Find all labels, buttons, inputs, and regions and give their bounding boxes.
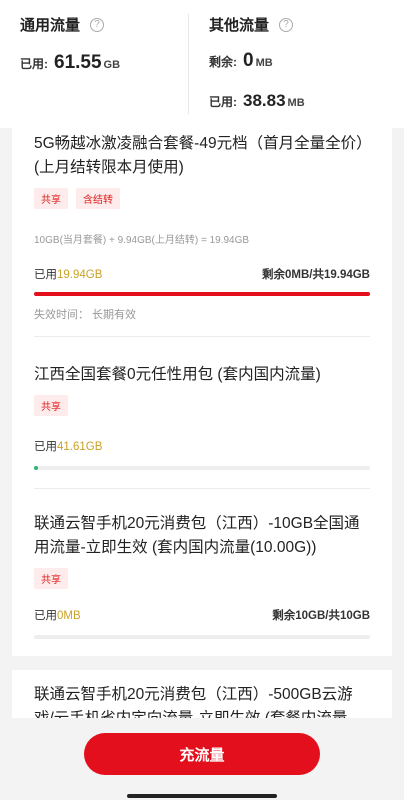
card-gap: [12, 656, 392, 670]
other-traffic-title-text: 其他流量: [209, 17, 270, 34]
package-title: 联通云智手机20元消费包（江西）-10GB全国通用流量-立即生效 (套内国内流量…: [34, 515, 360, 556]
other-used-unit: MB: [287, 97, 305, 109]
package-title: 江西全国套餐0元任性用包 (套内国内流量): [34, 366, 321, 383]
home-indicator[interactable]: [127, 794, 277, 798]
general-used-label: 已用:: [20, 57, 48, 71]
bottom-bar: 充流量: [0, 718, 404, 800]
usage-row: 已用0MB 剩余10GB/共10GB: [34, 607, 370, 623]
usage-progress-fill: [34, 466, 38, 470]
other-used-label: 已用:: [209, 95, 237, 109]
used-value: 19.94GB: [57, 269, 103, 281]
general-used-unit: GB: [103, 59, 121, 71]
tag-carryover: 含结转: [76, 188, 120, 209]
usage-progress-bar: [34, 466, 370, 470]
package-calc: 10GB(当月套餐) + 9.94GB(上月结转) = 19.94GB: [34, 235, 250, 246]
card-divider: [34, 488, 370, 489]
package-tags: 共享: [34, 395, 370, 416]
usage-progress-bar: [34, 635, 370, 639]
usage-progress-bar: [34, 292, 370, 296]
other-remain-row: 剩余: 0 MB: [209, 50, 273, 72]
traffic-summary: 通用流量 ? 已用: 61.55 GB 其他流量 ? 剩余: 0 MB 已用: …: [0, 0, 404, 128]
other-remain-label: 剩余:: [209, 55, 237, 69]
general-used-value: 61.55: [54, 52, 102, 73]
other-remain-value: 0: [243, 50, 254, 71]
tag-shared: 共享: [34, 568, 68, 589]
expire-time: 失效时间： 长期有效: [34, 309, 137, 321]
card-divider: [34, 336, 370, 337]
package-tags: 共享: [34, 568, 370, 589]
package-card: 5G畅越冰激凌融合套餐-49元档（首月全量全价）(上月结转限本月使用) 共享 含…: [34, 132, 370, 322]
remain-total: 剩余0MB/共19.94GB: [261, 269, 370, 281]
used-label: 已用: [34, 441, 57, 453]
package-tags: 共享 含结转: [34, 188, 370, 209]
usage-row: 已用19.94GB 剩余0MB/共19.94GB: [34, 266, 370, 282]
other-traffic-title: 其他流量 ?: [209, 14, 294, 35]
used-label: 已用: [34, 269, 57, 281]
package-title: 联通云智手机20元消费包（江西）-500GB云游戏/云手机省内定向流量-立即生效…: [34, 686, 353, 718]
general-traffic-panel: 通用流量 ? 已用: 61.55 GB: [0, 0, 188, 128]
used-label: 已用: [34, 610, 57, 622]
tag-shared: 共享: [34, 188, 68, 209]
used-value: 0MB: [57, 610, 81, 622]
package-title: 5G畅越冰激凌融合套餐-49元档（首月全量全价）(上月结转限本月使用): [34, 135, 364, 176]
other-remain-unit: MB: [255, 57, 273, 69]
package-card: 联通云智手机20元消费包（江西）-10GB全国通用流量-立即生效 (套内国内流量…: [34, 512, 370, 639]
package-card: 联通云智手机20元消费包（江西）-500GB云游戏/云手机省内定向流量-立即生效…: [34, 683, 370, 718]
remain-total: 剩余10GB/共10GB: [272, 610, 370, 622]
tag-shared: 共享: [34, 395, 68, 416]
other-traffic-panel: 其他流量 ? 剩余: 0 MB 已用: 38.83 MB: [189, 0, 404, 128]
package-list[interactable]: 5G畅越冰激凌融合套餐-49元档（首月全量全价）(上月结转限本月使用) 共享 含…: [12, 128, 392, 718]
general-traffic-title: 通用流量 ?: [20, 14, 105, 35]
help-icon[interactable]: ?: [90, 17, 105, 32]
help-icon[interactable]: ?: [279, 17, 294, 32]
used-value: 41.61GB: [57, 441, 103, 453]
recharge-button[interactable]: 充流量: [84, 733, 320, 775]
general-used-row: 已用: 61.55 GB: [20, 52, 120, 74]
other-used-value: 38.83: [243, 91, 286, 110]
package-card: 江西全国套餐0元任性用包 (套内国内流量) 共享 已用41.61GB: [34, 363, 370, 470]
usage-progress-fill: [34, 292, 370, 296]
usage-row: 已用41.61GB: [34, 438, 370, 454]
general-traffic-title-text: 通用流量: [20, 17, 81, 34]
other-used-row: 已用: 38.83 MB: [209, 91, 305, 111]
